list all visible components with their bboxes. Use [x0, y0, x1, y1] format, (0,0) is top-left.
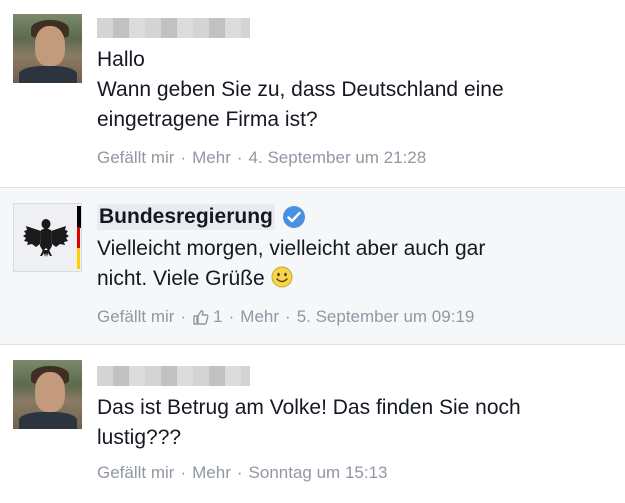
- eagle-icon: [23, 206, 81, 269]
- timestamp[interactable]: 4. September um 21:28: [249, 148, 427, 168]
- comment-line: Hallo: [97, 48, 145, 71]
- avatar-photo: [13, 360, 82, 429]
- comment-text: Vielleicht morgen, vielleicht aber auch …: [97, 234, 607, 294]
- comment-3: Das ist Betrug am Volke! Das finden Sie …: [0, 345, 625, 503]
- separator: ·: [285, 307, 291, 326]
- verified-badge-icon: [282, 206, 305, 228]
- timestamp[interactable]: 5. September um 09:19: [297, 307, 475, 327]
- timestamp[interactable]: Sonntag um 15:13: [249, 463, 388, 483]
- bundesregierung-avatar[interactable]: [13, 203, 82, 272]
- avatar-photo: [13, 14, 82, 83]
- separator: ·: [180, 307, 187, 326]
- separator: ·: [236, 463, 243, 482]
- comment-text: Das ist Betrug am Volke! Das finden Sie …: [97, 393, 607, 453]
- smiley-icon: [271, 266, 293, 288]
- more-link[interactable]: Mehr: [240, 307, 279, 327]
- avatar-shirt: [19, 412, 77, 429]
- comment-text: Hallo Wann geben Sie zu, dass Deutschlan…: [97, 45, 607, 135]
- comment-line: Vielleicht morgen, vielleicht aber auch …: [97, 237, 486, 260]
- avatar-face: [35, 372, 65, 412]
- user-avatar[interactable]: [13, 14, 82, 83]
- comment-line: Wann geben Sie zu, dass Deutschland eine: [97, 78, 504, 101]
- comment-line: lustig???: [97, 426, 182, 449]
- separator: ·: [180, 148, 187, 167]
- separator: ·: [180, 463, 187, 482]
- more-link[interactable]: Mehr: [192, 148, 231, 168]
- thumbs-up-icon[interactable]: [192, 309, 209, 326]
- like-link[interactable]: Gefällt mir: [97, 307, 174, 327]
- comment-2: Bundesregierung Vielleicht morgen, viell…: [0, 187, 625, 345]
- separator: ·: [236, 148, 243, 167]
- avatar-face: [35, 26, 65, 66]
- comment-line: eingetragene Firma ist?: [97, 108, 318, 131]
- avatar-shirt: [19, 66, 77, 83]
- more-link[interactable]: Mehr: [192, 463, 231, 483]
- comment-1: Hallo Wann geben Sie zu, dass Deutschlan…: [0, 0, 625, 187]
- like-link[interactable]: Gefällt mir: [97, 148, 174, 168]
- blurred-author-name[interactable]: [97, 366, 250, 386]
- comment-meta: Gefällt mir · Mehr · 4. September um 21:…: [97, 148, 426, 168]
- like-link[interactable]: Gefällt mir: [97, 463, 174, 483]
- comment-line: Das ist Betrug am Volke! Das finden Sie …: [97, 396, 521, 419]
- user-avatar[interactable]: [13, 360, 82, 429]
- author-row: Bundesregierung: [97, 204, 305, 230]
- comment-meta: Gefällt mir · 1 · Mehr · 5. September um…: [97, 307, 474, 327]
- comment-line: nicht. Viele Grüße: [97, 267, 265, 290]
- comment-meta: Gefällt mir · Mehr · Sonntag um 15:13: [97, 463, 388, 483]
- author-name[interactable]: Bundesregierung: [97, 204, 275, 230]
- comment-line-with-emoji: nicht. Viele Grüße: [97, 264, 607, 294]
- like-count[interactable]: 1: [213, 307, 222, 327]
- separator: ·: [228, 307, 235, 326]
- blurred-author-name[interactable]: [97, 18, 250, 38]
